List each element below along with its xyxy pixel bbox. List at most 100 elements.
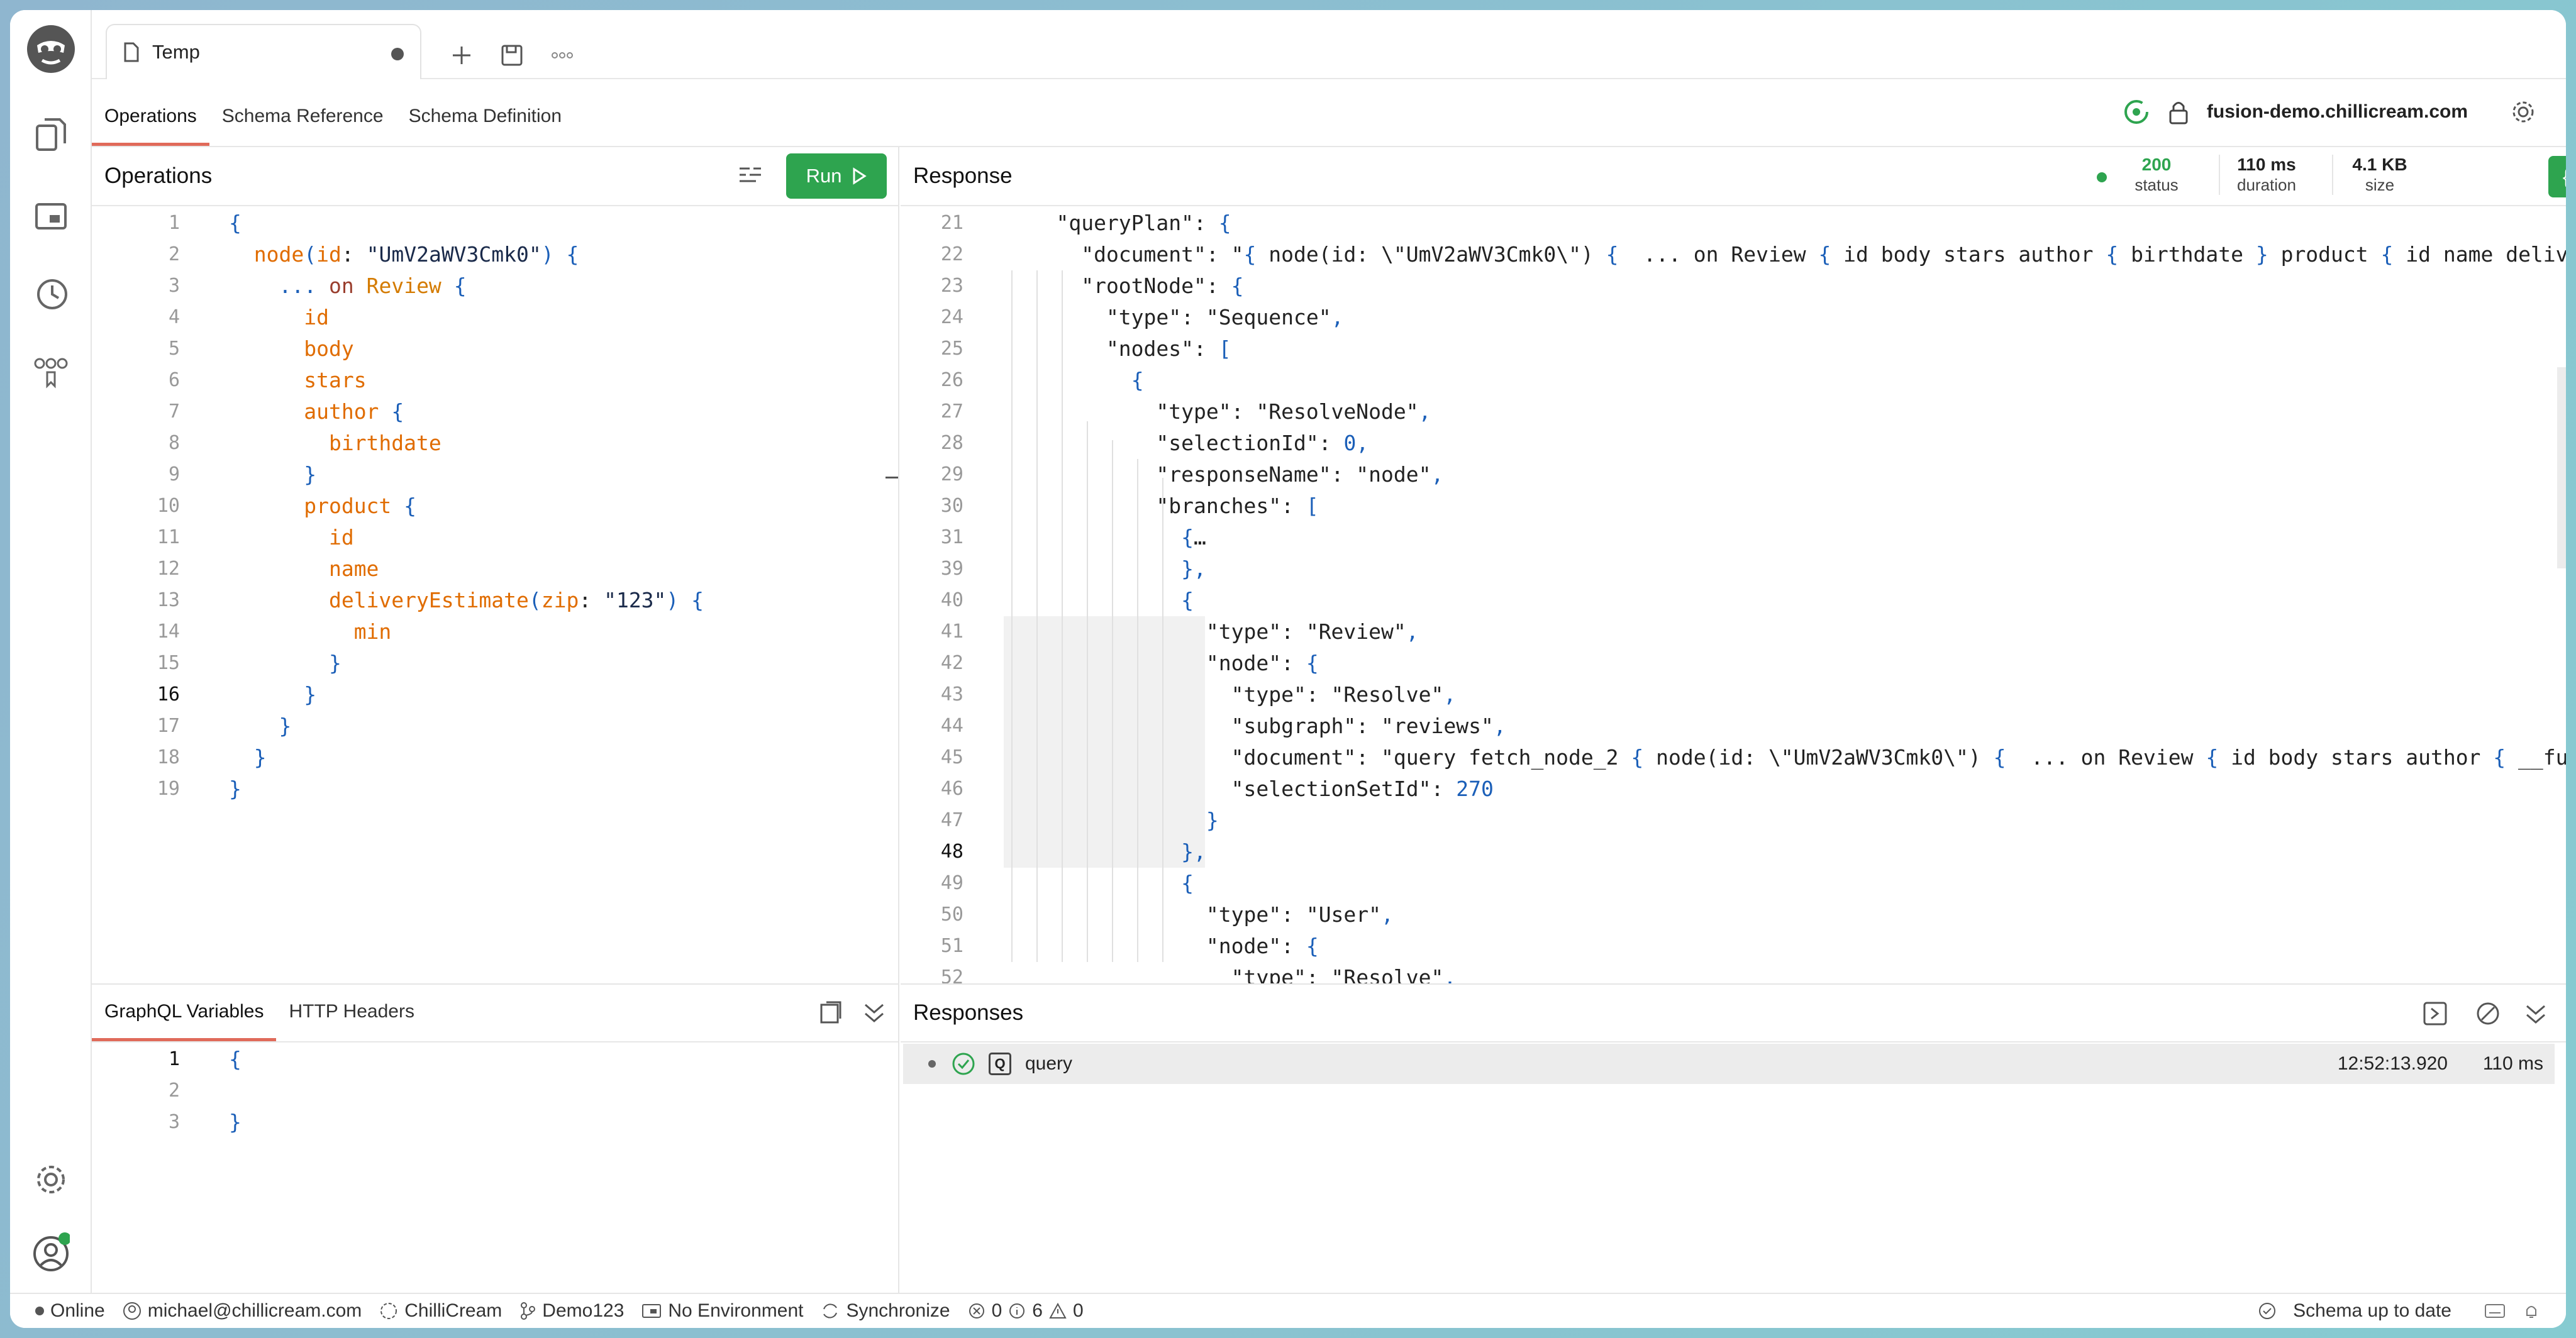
activity-rail bbox=[10, 10, 92, 1293]
warning-count: 0 bbox=[1072, 1300, 1084, 1321]
code-line: } bbox=[304, 682, 317, 707]
recipes-icon[interactable] bbox=[32, 353, 70, 391]
line-number: 15 bbox=[157, 652, 180, 674]
connection-settings-icon[interactable] bbox=[2511, 99, 2536, 124]
line-number: 42 bbox=[940, 652, 963, 674]
variables-editor[interactable]: 1 {2 3} bbox=[92, 1044, 898, 1293]
settings-icon[interactable] bbox=[32, 1161, 70, 1198]
endpoint-url[interactable]: fusion-demo.chillicream.com bbox=[2207, 101, 2468, 123]
indent-guide bbox=[1011, 270, 1013, 962]
size-value: 4.1 KB bbox=[2352, 155, 2407, 174]
response-scrollbar[interactable] bbox=[2557, 367, 2566, 568]
logo-icon bbox=[26, 24, 76, 74]
clear-responses-icon[interactable] bbox=[2475, 1001, 2501, 1026]
code-line: { bbox=[1181, 871, 1194, 895]
account-icon[interactable] bbox=[32, 1232, 70, 1271]
line-number: 52 bbox=[940, 966, 963, 983]
line-number: 26 bbox=[940, 369, 963, 391]
user-icon bbox=[123, 1302, 141, 1320]
tab-http-headers[interactable]: HTTP Headers bbox=[276, 1001, 427, 1041]
line-number: 27 bbox=[940, 401, 963, 423]
line-number: 45 bbox=[940, 746, 963, 768]
line-number: 24 bbox=[940, 306, 963, 328]
code-line: "document": "query fetch_node_2 { node(i… bbox=[1006, 745, 2566, 770]
line-number: 46 bbox=[940, 778, 963, 800]
json-view-icon[interactable]: { } bbox=[2548, 156, 2566, 197]
documents-icon[interactable] bbox=[32, 116, 70, 153]
tab-schema-reference[interactable]: Schema Reference bbox=[209, 106, 396, 146]
run-button[interactable]: Run bbox=[786, 153, 887, 199]
problems-status[interactable]: 0 6 0 bbox=[968, 1300, 1084, 1322]
indent-guide bbox=[1087, 421, 1088, 962]
refresh-schema-icon[interactable] bbox=[2123, 98, 2150, 126]
prettify-icon[interactable] bbox=[737, 165, 763, 187]
user-label: michael@chillicream.com bbox=[147, 1300, 362, 1321]
keyboard-icon[interactable] bbox=[2484, 1303, 2506, 1319]
code-line: } bbox=[229, 777, 242, 801]
line-number: 16 bbox=[157, 683, 180, 705]
code-line: "type": "Sequence", bbox=[1006, 305, 1344, 329]
success-check-icon bbox=[952, 1053, 975, 1075]
new-tab-icon[interactable] bbox=[448, 41, 475, 69]
line-number: 4 bbox=[168, 306, 180, 328]
size-stat: 4.1 KB size bbox=[2332, 155, 2426, 195]
line-number: 41 bbox=[940, 621, 963, 643]
open-response-icon[interactable] bbox=[2423, 1001, 2448, 1026]
sync-status[interactable]: Synchronize bbox=[821, 1300, 950, 1322]
tab-graphql-variables[interactable]: GraphQL Variables bbox=[92, 1001, 277, 1041]
responses-pane: Responses Q query 12:52:13.920 110 ms bbox=[901, 983, 2566, 1293]
status-label: status bbox=[2135, 175, 2179, 194]
line-number: 25 bbox=[940, 338, 963, 360]
save-icon[interactable] bbox=[498, 41, 526, 69]
branch-label: Demo123 bbox=[542, 1300, 625, 1321]
org-status[interactable]: ChilliCream bbox=[379, 1300, 502, 1322]
user-status[interactable]: michael@chillicream.com bbox=[123, 1300, 362, 1322]
org-label: ChilliCream bbox=[404, 1300, 502, 1321]
code-line: "selectionId": 0, bbox=[1006, 431, 1369, 455]
code-line: product { bbox=[304, 494, 417, 518]
error-icon bbox=[969, 1303, 984, 1319]
line-number: 40 bbox=[940, 589, 963, 611]
response-viewer[interactable]: 21 "queryPlan": {22 "document": "{ node(… bbox=[901, 207, 2566, 983]
history-icon[interactable] bbox=[32, 275, 70, 313]
line-number: 29 bbox=[940, 463, 963, 485]
explorer-icon[interactable] bbox=[32, 197, 70, 235]
org-icon bbox=[380, 1303, 397, 1319]
environment-label: No Environment bbox=[668, 1300, 804, 1321]
notifications-icon[interactable] bbox=[2522, 1302, 2541, 1320]
code-line: { bbox=[229, 211, 242, 235]
lock-icon bbox=[2169, 102, 2188, 124]
connection-bar: fusion-demo.chillicream.com bbox=[2123, 98, 2536, 126]
more-icon[interactable] bbox=[548, 41, 576, 69]
response-list-item[interactable]: Q query 12:52:13.920 110 ms bbox=[903, 1044, 2555, 1084]
code-line: "subgraph": "reviews", bbox=[1006, 714, 1506, 738]
line-number: 12 bbox=[157, 558, 180, 580]
environment-status[interactable]: No Environment bbox=[641, 1300, 803, 1322]
tab-schema-definition[interactable]: Schema Definition bbox=[396, 106, 574, 146]
line-number: 21 bbox=[940, 212, 963, 234]
branch-status[interactable]: Demo123 bbox=[519, 1300, 624, 1322]
line-number: 3 bbox=[168, 1111, 180, 1133]
code-line: "type": "User", bbox=[1006, 902, 1394, 927]
status-value: 200 bbox=[2141, 155, 2172, 174]
line-number: 1 bbox=[168, 1048, 180, 1070]
duration-stat: 110 ms duration bbox=[2219, 155, 2313, 195]
line-number: 30 bbox=[940, 495, 963, 517]
tab-operations[interactable]: Operations bbox=[92, 106, 209, 146]
code-line: } bbox=[229, 1110, 242, 1134]
variables-tab-bar: GraphQL Variables HTTP Headers bbox=[92, 985, 898, 1042]
code-line: ... on Review { bbox=[279, 274, 467, 298]
operations-editor[interactable]: 1 {2 node(id: "UmV2aWV3Cmk0") {3 ... on R… bbox=[92, 207, 898, 983]
response-item-label: query bbox=[1025, 1053, 1073, 1074]
line-number: 6 bbox=[168, 369, 180, 391]
collapse-variables-icon[interactable] bbox=[862, 1000, 887, 1025]
document-tab[interactable]: Temp bbox=[106, 24, 421, 79]
line-number: 17 bbox=[157, 715, 180, 737]
operations-pane: Operations Run 1 {2 node(id: "UmV2aWV3Cmk… bbox=[92, 147, 899, 983]
clear-variables-icon[interactable] bbox=[818, 1000, 843, 1025]
error-count: 0 bbox=[991, 1300, 1002, 1321]
response-pane: Response 200 status 110 ms duration 4.1 KB… bbox=[901, 147, 2566, 983]
code-line: "type": "Resolve", bbox=[1006, 682, 1457, 707]
collapse-responses-icon[interactable] bbox=[2523, 1001, 2548, 1026]
line-number: 10 bbox=[157, 495, 180, 517]
